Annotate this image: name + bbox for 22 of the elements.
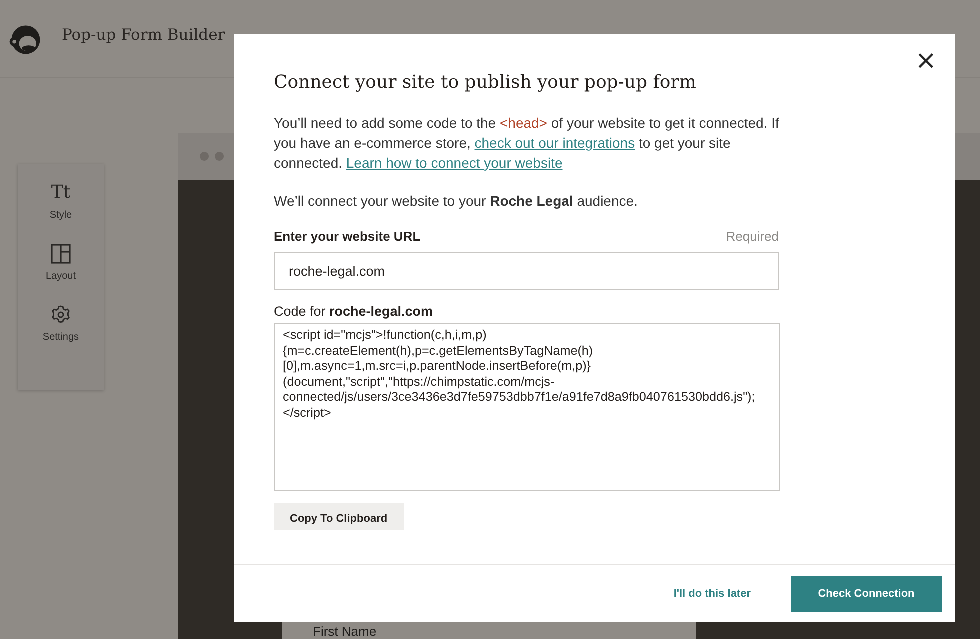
url-field[interactable]: roche-legal.com (274, 252, 779, 290)
later-link[interactable]: I'll do this later (674, 588, 751, 600)
field-label: Code for roche-legal.com (274, 304, 434, 319)
sidebar-item[interactable]: Settings (42, 304, 80, 343)
text-link[interactable]: check out our integrations (474, 135, 636, 151)
dialog-title: Connect your site to publish your pop-up form (274, 72, 698, 93)
check-connection-button[interactable]: Check Connection (791, 576, 942, 612)
text-link[interactable]: Learn how to connect your website (346, 155, 563, 171)
copy-button[interactable]: Copy To Clipboard (274, 503, 404, 530)
text-style-icon: Tt (51, 182, 71, 204)
sidebar-item[interactable]: Tt Style (50, 182, 72, 221)
field-label: First Name (313, 624, 377, 639)
intro-text: You’ll need to add some code to the <head> of your website to get it connected. If you have an e-commerce store, check out our integrations to get your site connected. Learn how to connect your website (274, 114, 780, 173)
app-title: Pop-up Form Builder (62, 26, 226, 44)
layout-icon (50, 243, 72, 265)
code-field[interactable]: <script id="mcjs">!function(c,h,i,m,p){m=c.createElement(h),p=c.getElementsByTagName(h)[0],m.async=1,m.src=i,p.parentNode.insertBefore(m,p)}(document,"script","https://chimpstatic.com/mcjs-connected/js/users/3ce3436e3d7fe59753dbb7f1e/a91fe7d8a9fb040761530bdd6.js");</script> (274, 323, 780, 491)
sidebar-item[interactable]: Layout (46, 243, 76, 282)
required-label: Required (726, 229, 779, 244)
audience-text: We’ll connect your website to your Roche Legal audience. (274, 192, 639, 211)
settings-icon (50, 304, 72, 326)
field-label: Enter your website URL (274, 229, 421, 244)
close-button[interactable]: × (911, 46, 941, 76)
